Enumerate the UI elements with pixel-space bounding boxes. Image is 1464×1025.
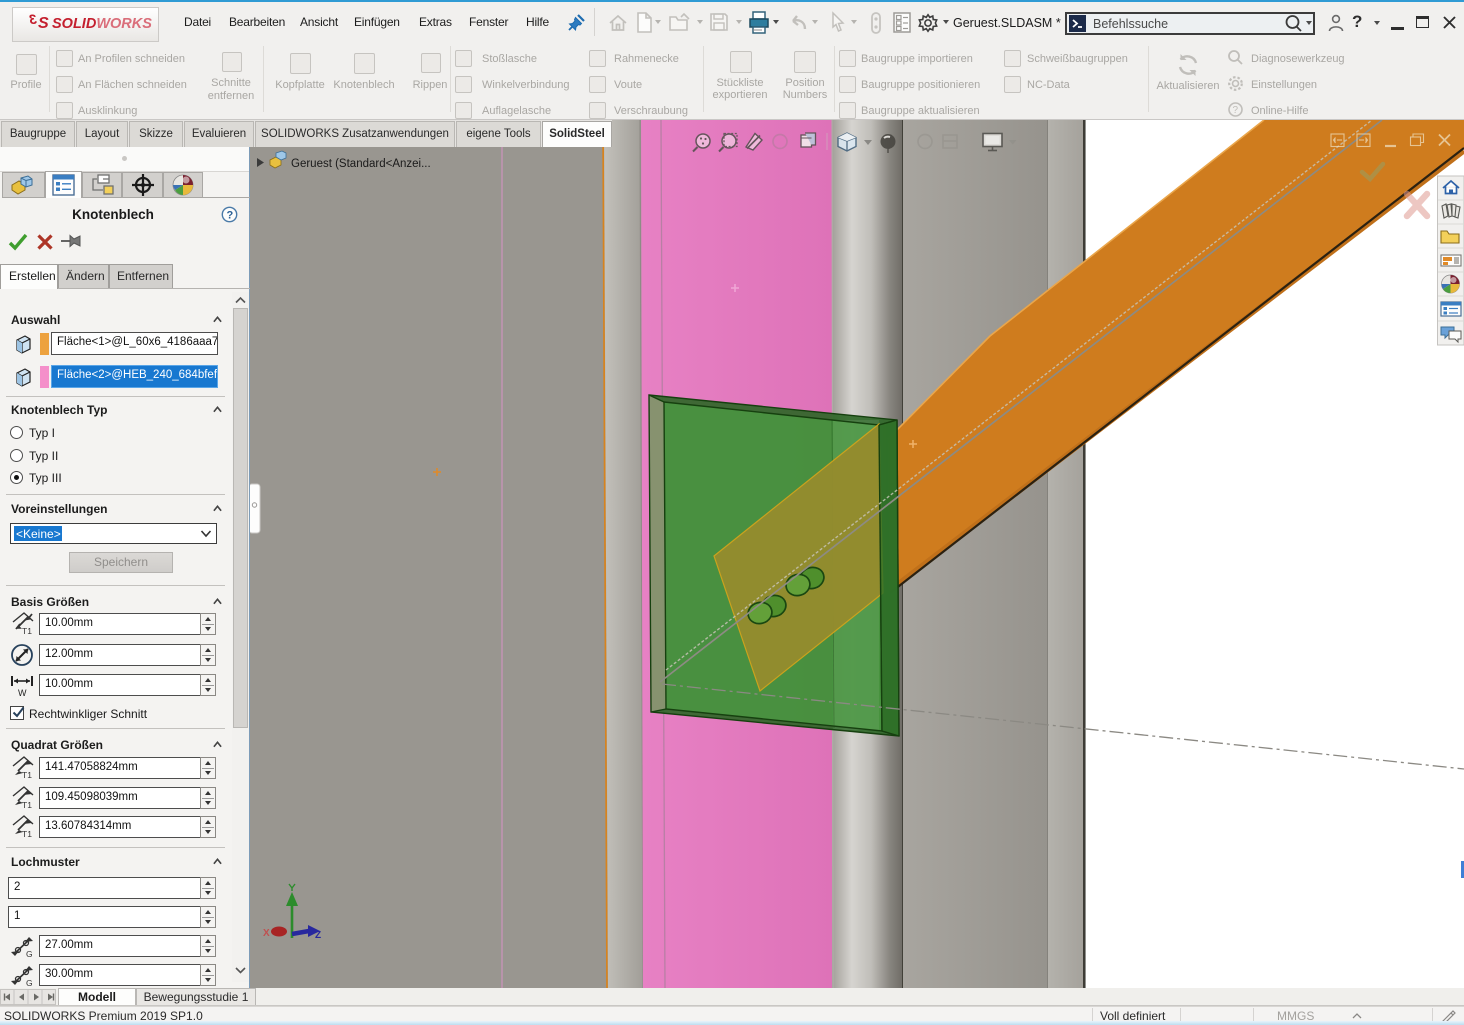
svg-text:T1: T1: [22, 626, 32, 636]
svg-text:T1: T1: [22, 829, 32, 839]
svg-text:?: ?: [1233, 105, 1239, 116]
svg-text:Z: Z: [315, 930, 321, 941]
svg-text:S: S: [38, 15, 49, 32]
svg-text:SOLIDWORKS: SOLIDWORKS: [52, 16, 152, 32]
svg-text:3: 3: [29, 11, 37, 27]
svg-text:?: ?: [227, 210, 234, 222]
svg-text:W: W: [18, 688, 27, 698]
svg-text:T1: T1: [22, 800, 32, 810]
svg-text:X: X: [263, 928, 270, 939]
svg-text:Geruest (Standard<Anzei...: Geruest (Standard<Anzei...: [291, 158, 431, 170]
svg-text:T1: T1: [22, 770, 32, 780]
svg-text:G: G: [26, 978, 33, 988]
svg-text:G: G: [26, 949, 33, 959]
